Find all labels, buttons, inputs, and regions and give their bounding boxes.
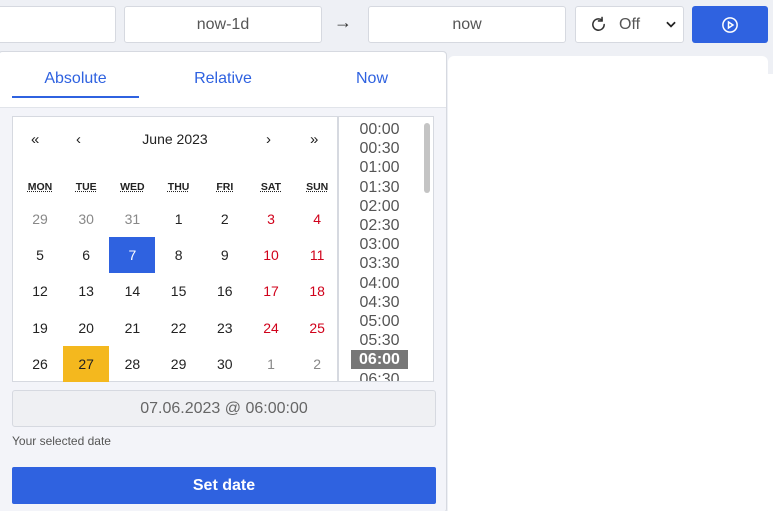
time-slot[interactable]: 00:30 [351, 139, 408, 158]
selected-date-caption: Your selected date [12, 434, 111, 448]
tab-relative[interactable]: Relative [167, 70, 279, 88]
calendar-day-today[interactable]: 27 [63, 345, 110, 382]
calendar-day[interactable]: 19 [17, 310, 63, 346]
end-time-input[interactable]: now [368, 6, 566, 43]
calendar-day[interactable]: 14 [109, 273, 155, 309]
time-slot[interactable]: 02:00 [351, 197, 408, 216]
tab-absolute[interactable]: Absolute [12, 70, 139, 88]
calendar-day[interactable]: 28 [109, 346, 155, 382]
calendar-day[interactable]: 8 [156, 237, 202, 273]
calendar-day[interactable]: 6 [63, 237, 109, 273]
calendar-day[interactable]: 23 [202, 310, 248, 346]
calendar-day[interactable]: 22 [156, 310, 202, 346]
chevron-down-icon [666, 21, 676, 28]
month-label[interactable]: June 2023 [13, 131, 337, 147]
calendar-day[interactable]: 1 [156, 201, 202, 237]
calendar-day[interactable]: 24 [248, 310, 294, 346]
time-slot[interactable]: 03:30 [351, 254, 408, 273]
weekday-sun: SUN [306, 181, 329, 193]
results-panel [448, 56, 768, 511]
time-slot[interactable]: 01:30 [351, 178, 408, 197]
play-circle-icon [722, 16, 738, 33]
calendar-day[interactable]: 26 [17, 346, 63, 382]
calendar-day[interactable]: 17 [248, 273, 294, 309]
run-button[interactable] [692, 6, 768, 43]
calendar-day[interactable]: 2 [294, 346, 340, 382]
calendar-day[interactable]: 1 [248, 346, 294, 382]
weekday-header: MON TUE WED THU FRI SAT SUN [13, 181, 337, 197]
results-panel-edge [768, 74, 773, 511]
weekday-sat: SAT [260, 181, 282, 193]
calendar-day[interactable]: 9 [202, 237, 248, 273]
time-list[interactable]: 00:00 00:30 01:00 01:30 02:00 02:30 03:00 03:30… [338, 116, 434, 382]
calendar-day[interactable]: 16 [202, 273, 248, 309]
calendar-day[interactable]: 25 [294, 310, 340, 346]
calendar-day[interactable]: 29 [17, 201, 63, 237]
tab-now[interactable]: Now [329, 70, 415, 88]
refresh-interval-select[interactable]: Off [575, 6, 684, 43]
calendar-day[interactable]: 3 [248, 201, 294, 237]
active-tab-indicator [12, 96, 139, 98]
time-slot[interactable]: 05:30 [351, 331, 408, 350]
time-slot[interactable]: 05:00 [351, 312, 408, 331]
calendar-day[interactable]: 11 [294, 237, 340, 273]
calendar-day[interactable]: 29 [156, 346, 202, 382]
calendar-day[interactable]: 18 [294, 273, 340, 309]
refresh-icon [592, 16, 605, 31]
calendar-day[interactable]: 21 [109, 310, 155, 346]
weekday-mon: MON [27, 181, 53, 193]
weekday-tue: TUE [75, 181, 97, 193]
start-time-input[interactable]: now-1d [124, 6, 322, 43]
next-month-button[interactable]: › [266, 131, 271, 148]
time-slot-selected[interactable]: 06:00 [351, 350, 408, 370]
next-year-button[interactable]: » [310, 131, 318, 148]
refresh-interval-value: Off [619, 15, 641, 33]
calendar-day[interactable]: 15 [156, 273, 202, 309]
time-slot[interactable]: 03:00 [351, 235, 408, 254]
selected-date-field: 07.06.2023 @ 06:00:00 [12, 390, 436, 427]
calendar-day[interactable]: 12 [17, 273, 63, 309]
weekday-fri: FRI [216, 181, 234, 193]
calendar-day-selected[interactable]: 7 [109, 237, 156, 274]
arrow-right-icon: → [334, 12, 352, 32]
weekday-wed: WED [120, 181, 145, 193]
calendar-day[interactable]: 2 [202, 201, 248, 237]
weekday-thu: THU [167, 181, 190, 193]
time-slot[interactable]: 06:30 [351, 370, 408, 381]
calendar-day[interactable]: 10 [248, 237, 294, 273]
picker-tabs: Absolute Relative Now [0, 52, 446, 108]
calendar-day[interactable]: 30 [202, 346, 248, 382]
time-list-scrollbar[interactable] [424, 123, 430, 193]
time-slot[interactable]: 04:30 [351, 293, 408, 312]
time-slot[interactable]: 01:00 [351, 158, 408, 177]
calendar-day[interactable]: 31 [109, 201, 155, 237]
date-picker-dropdown: Absolute Relative Now « ‹ June 2023 › » … [0, 51, 447, 511]
time-slot[interactable]: 04:00 [351, 274, 408, 293]
calendar-day[interactable]: 13 [63, 273, 109, 309]
calendar-day[interactable]: 20 [63, 310, 109, 346]
set-date-button[interactable]: Set date [12, 467, 436, 504]
calendar-day[interactable]: 30 [63, 201, 109, 237]
time-slot[interactable]: 02:30 [351, 216, 408, 235]
time-slot[interactable]: 00:00 [351, 120, 408, 139]
calendar-day[interactable]: 4 [294, 201, 340, 237]
calendar: « ‹ June 2023 › » MON TUE WED THU FRI SAT SUN … [12, 116, 338, 382]
calendar-day[interactable]: 5 [17, 237, 63, 273]
time-from-input[interactable] [0, 6, 116, 43]
